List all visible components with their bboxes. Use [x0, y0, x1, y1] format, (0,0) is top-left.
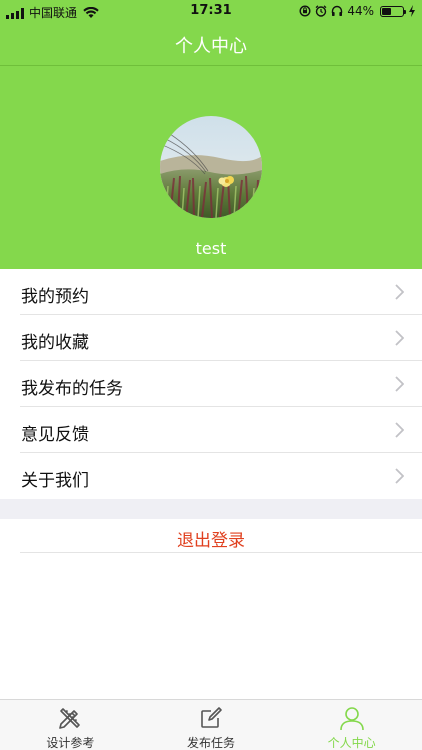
logout-label: 退出登录 [177, 531, 245, 551]
tab-personal-center[interactable]: 个人中心 [281, 700, 422, 750]
battery-icon [380, 5, 406, 17]
status-right: 44% [299, 4, 416, 18]
edit-icon [201, 707, 222, 728]
tab-label: 个人中心 [327, 736, 376, 750]
status-bar: 中国联通 17:31 44% [0, 0, 422, 22]
chevron-right-icon [395, 284, 404, 300]
profile-header: test [0, 66, 422, 269]
section-separator [0, 499, 422, 519]
menu-item-label: 我发布的任务 [21, 379, 123, 399]
menu-item-feedback[interactable]: 意见反馈 [0, 407, 422, 453]
chevron-right-icon [395, 468, 404, 484]
page-title: 个人中心 [175, 36, 247, 57]
battery-level [382, 7, 391, 15]
charging-icon [409, 5, 415, 17]
profile-screen: 中国联通 17:31 44% 个人中心 test 我的预约 我的收藏 我发布的任… [0, 0, 422, 750]
menu-list: 我的预约 我的收藏 我发布的任务 意见反馈 关于我们 [0, 269, 422, 499]
avatar-photo [160, 116, 262, 218]
tab-label: 发布任务 [187, 736, 236, 750]
orientation-lock-icon [299, 5, 311, 17]
headphones-icon [332, 5, 343, 16]
tab-bar: 设计参考 发布任务 个人中心 [0, 699, 422, 750]
tab-publish-task[interactable]: 发布任务 [141, 700, 282, 750]
tab-design-reference[interactable]: 设计参考 [0, 700, 141, 750]
battery-percent: 44% [347, 4, 374, 18]
menu-item-my-tasks[interactable]: 我发布的任务 [0, 361, 422, 407]
avatar[interactable] [160, 116, 262, 218]
pencil-ruler-icon [59, 708, 81, 729]
person-icon [339, 707, 364, 731]
menu-item-about-us[interactable]: 关于我们 [0, 453, 422, 499]
menu-item-favorites[interactable]: 我的收藏 [0, 315, 422, 361]
menu-item-label: 关于我们 [21, 471, 89, 491]
chevron-right-icon [395, 376, 404, 392]
chevron-right-icon [395, 422, 404, 438]
menu-item-appointments[interactable]: 我的预约 [0, 269, 422, 315]
logout-button[interactable]: 退出登录 [0, 519, 422, 553]
username: test [195, 239, 227, 258]
menu-item-label: 我的预约 [21, 287, 89, 307]
tab-label: 设计参考 [46, 736, 95, 750]
nav-bar: 个人中心 [0, 22, 422, 66]
menu-item-label: 意见反馈 [21, 425, 89, 445]
alarm-icon [315, 5, 327, 17]
menu-item-label: 我的收藏 [21, 333, 89, 353]
chevron-right-icon [395, 330, 404, 346]
